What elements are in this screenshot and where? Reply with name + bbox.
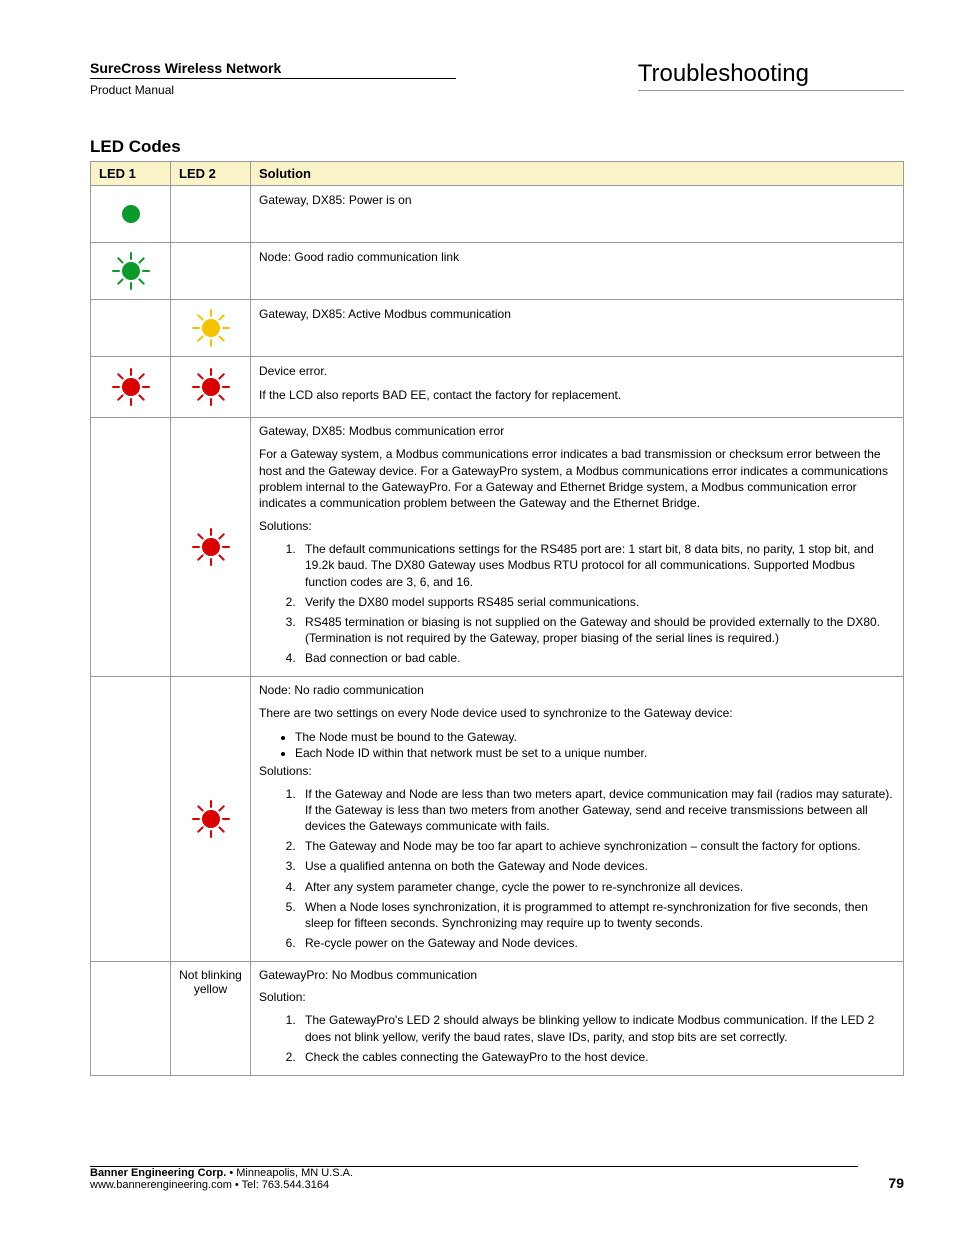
solution-step: The Gateway and Node may be too far apar… <box>299 838 895 854</box>
footer-company-rest: • Minneapolis, MN U.S.A. <box>226 1167 353 1179</box>
solution-cell: GatewayPro: No Modbus communication Solut… <box>251 962 904 1076</box>
table-row: Gateway, DX85: Modbus communication erro… <box>91 418 904 677</box>
solution-step: Re-cycle power on the Gateway and Node d… <box>299 935 895 951</box>
solution-step: If the Gateway and Node are less than tw… <box>299 786 895 835</box>
solutions-label: Solution: <box>259 990 895 1004</box>
solution-step: Bad connection or bad cable. <box>299 650 895 666</box>
product-manual-label: Product Manual <box>90 83 456 97</box>
network-title: SureCross Wireless Network <box>90 60 456 79</box>
table-row: Node: No radio communication There are tw… <box>91 677 904 962</box>
led1-cell <box>91 677 171 962</box>
solution-steps: The GatewayPro's LED 2 should always be … <box>281 1012 895 1065</box>
led1-cell <box>91 418 171 677</box>
led1-cell <box>91 186 171 243</box>
table-row: Not blinking yellowGatewayPro: No Modbus… <box>91 962 904 1076</box>
footer-company: Banner Engineering Corp. <box>90 1167 226 1179</box>
solution-cell: Gateway, DX85: Power is on <box>251 186 904 243</box>
led1-cell <box>91 962 171 1076</box>
solution-text: Gateway, DX85: Power is on <box>259 192 895 208</box>
led2-cell <box>171 186 251 243</box>
table-row: Gateway, DX85: Active Modbus communicati… <box>91 300 904 357</box>
page-footer: Banner Engineering Corp. • Minneapolis, … <box>90 1166 904 1191</box>
solution-intro: GatewayPro: No Modbus communication <box>259 968 895 982</box>
page-header: SureCross Wireless Network Product Manua… <box>90 60 904 97</box>
solution-step: RS485 termination or biasing is not supp… <box>299 614 895 646</box>
solution-text: If the LCD also reports BAD EE, contact … <box>259 387 895 403</box>
solution-step: The GatewayPro's LED 2 should always be … <box>299 1012 895 1044</box>
solution-text: Gateway, DX85: Active Modbus communicati… <box>259 306 895 322</box>
solution-intro: Node: No radio communication <box>259 683 895 697</box>
bullet-item: Each Node ID within that network must be… <box>295 746 895 760</box>
page-number: 79 <box>858 1175 904 1191</box>
solution-paragraph: For a Gateway system, a Modbus communica… <box>259 446 895 511</box>
solution-step: When a Node loses synchronization, it is… <box>299 899 895 931</box>
led1-cell <box>91 300 171 357</box>
led-red-flash-icon <box>191 367 231 407</box>
solution-step: Use a qualified antenna on both the Gate… <box>299 858 895 874</box>
led-codes-table: LED 1 LED 2 Solution Gateway, DX85: Powe… <box>90 161 904 1076</box>
solution-text: Device error. <box>259 363 895 379</box>
led2-cell: Not blinking yellow <box>171 962 251 1076</box>
solution-cell: Node: No radio communication There are tw… <box>251 677 904 962</box>
led-yellow-flash-icon <box>191 308 231 348</box>
solution-step: The default communications settings for … <box>299 541 895 590</box>
led2-cell <box>171 243 251 300</box>
led-red-flash-icon <box>191 799 231 839</box>
table-row: Gateway, DX85: Power is on <box>91 186 904 243</box>
solutions-label: Solutions: <box>259 764 895 778</box>
solution-step: Verify the DX80 model supports RS485 ser… <box>299 594 895 610</box>
led1-cell <box>91 357 171 418</box>
led2-cell <box>171 357 251 418</box>
footer-contact: www.bannerengineering.com • Tel: 763.544… <box>90 1179 858 1191</box>
solution-step: After any system parameter change, cycle… <box>299 879 895 895</box>
bullet-item: The Node must be bound to the Gateway. <box>295 730 895 744</box>
led2-cell <box>171 300 251 357</box>
solution-paragraph: There are two settings on every Node dev… <box>259 705 895 721</box>
solution-text: Node: Good radio communication link <box>259 249 895 265</box>
led-red-flash-icon <box>111 367 151 407</box>
solution-cell: Gateway, DX85: Active Modbus communicati… <box>251 300 904 357</box>
table-row: Device error. If the LCD also reports BAD… <box>91 357 904 418</box>
led-green-solid-icon <box>111 194 151 234</box>
solutions-label: Solutions: <box>259 519 895 533</box>
led2-cell <box>171 677 251 962</box>
solution-steps: If the Gateway and Node are less than tw… <box>281 786 895 952</box>
led-red-flash-icon <box>191 527 231 567</box>
solution-bullets: The Node must be bound to the Gateway. Ea… <box>259 730 895 760</box>
led2-cell <box>171 418 251 677</box>
section-heading: LED Codes <box>90 137 904 157</box>
solution-intro: Gateway, DX85: Modbus communication erro… <box>259 424 895 438</box>
solution-steps: The default communications settings for … <box>281 541 895 666</box>
col-solution: Solution <box>251 162 904 186</box>
solution-cell: Gateway, DX85: Modbus communication erro… <box>251 418 904 677</box>
solution-cell: Node: Good radio communication link <box>251 243 904 300</box>
led1-cell <box>91 243 171 300</box>
led-green-flash-icon <box>111 251 151 291</box>
solution-step: Check the cables connecting the GatewayP… <box>299 1049 895 1065</box>
solution-cell: Device error. If the LCD also reports BAD… <box>251 357 904 418</box>
table-row: Node: Good radio communication link <box>91 243 904 300</box>
col-led2: LED 2 <box>171 162 251 186</box>
section-title: Troubleshooting <box>638 60 904 91</box>
col-led1: LED 1 <box>91 162 171 186</box>
